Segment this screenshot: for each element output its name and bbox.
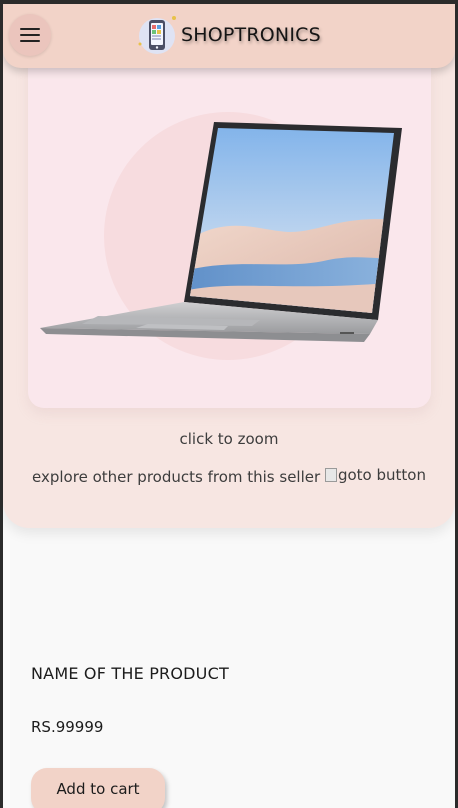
goto-button[interactable]: goto button [324,466,426,484]
brand[interactable]: SHOPTRONICS [136,12,321,58]
laptop-product-image [40,122,402,342]
product-price: RS.99999 [31,718,104,736]
page: SHOPTRONICS click to zoom explore other … [3,4,455,808]
phone-store-logo-icon [136,14,178,56]
hamburger-menu-icon [20,28,40,42]
menu-button[interactable] [9,14,51,56]
explore-seller-link[interactable]: explore other products from this seller [32,468,320,486]
add-to-cart-button[interactable]: Add to cart [31,768,165,808]
product-image-container[interactable] [28,60,431,408]
app-header: SHOPTRONICS [3,4,455,68]
goto-button-alt-text: goto button [337,466,426,484]
product-name: NAME OF THE PRODUCT [31,664,229,683]
product-card: click to zoom explore other products fro… [3,34,455,528]
brand-name: SHOPTRONICS [181,24,321,46]
click-to-zoom-text[interactable]: click to zoom [3,430,455,448]
broken-image-icon [324,468,337,482]
explore-seller-row: explore other products from this seller … [3,466,455,486]
